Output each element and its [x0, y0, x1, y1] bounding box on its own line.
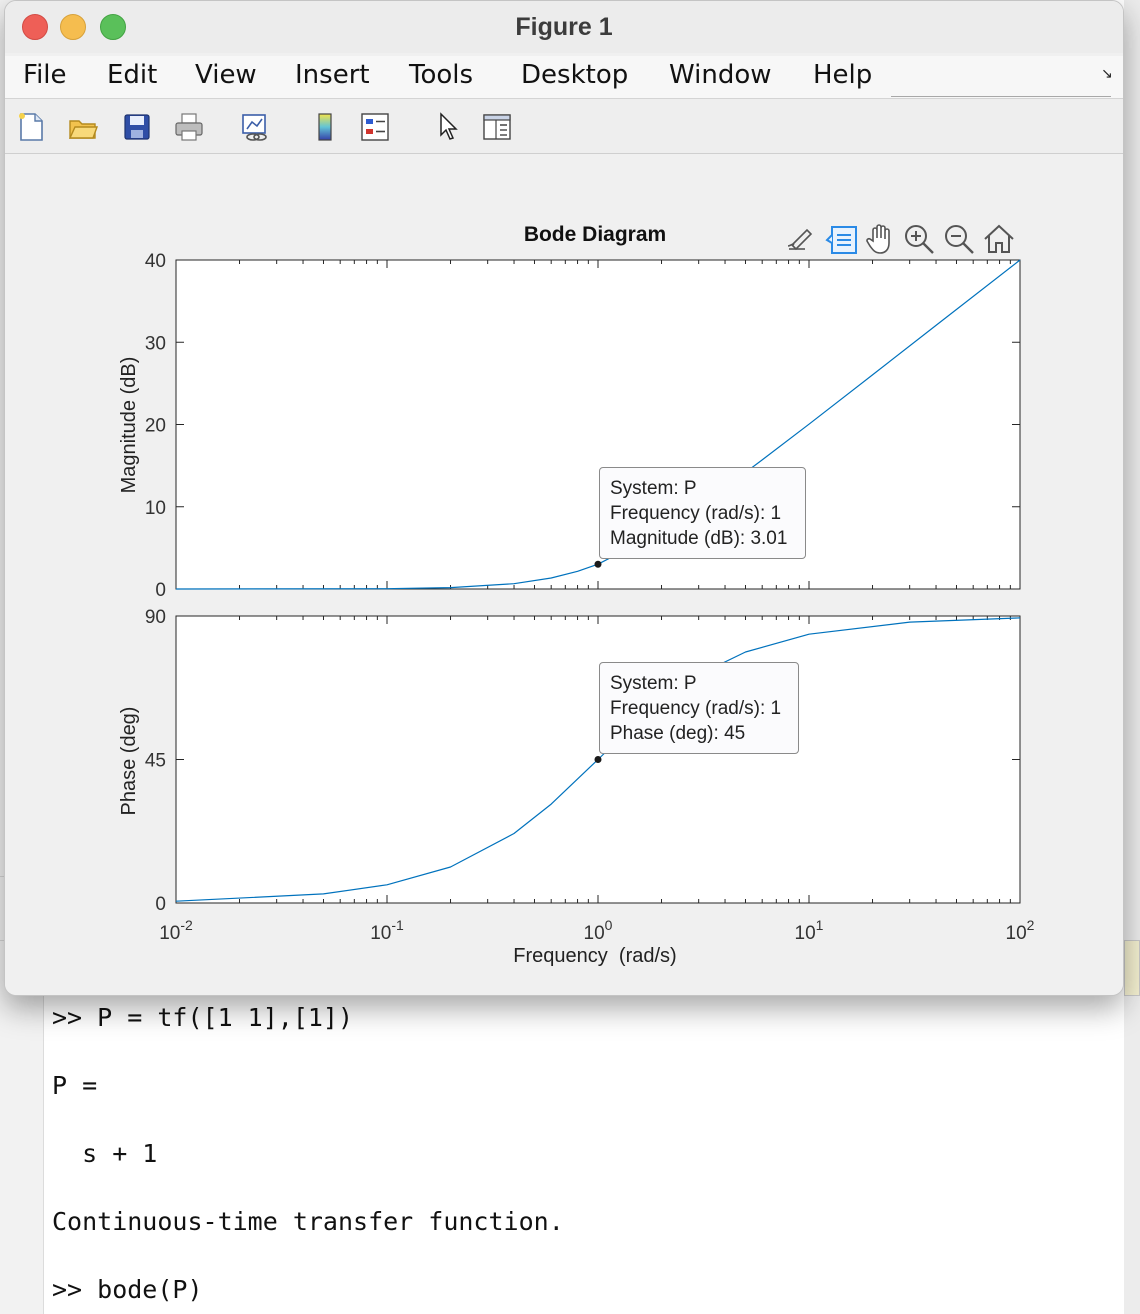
x-tick-label: 10-1 [370, 917, 404, 944]
restore-view-home-icon[interactable] [981, 221, 1017, 257]
magnitude-ylabel: Magnitude (dB) [118, 357, 140, 494]
menu-insert[interactable]: Insert [295, 60, 370, 90]
phase-datatip[interactable]: System: P Frequency (rad/s): 1 Phase (de… [599, 662, 799, 754]
brush-icon[interactable] [783, 221, 819, 257]
menu-tools[interactable]: Tools [409, 60, 473, 90]
workspace-panel-edge [1124, 0, 1140, 1314]
menu-edit[interactable]: Edit [107, 60, 157, 90]
zoom-in-icon[interactable] [901, 221, 937, 257]
y-tick-label: 40 [145, 251, 166, 272]
magnitude-datatip[interactable]: System: P Frequency (rad/s): 1 Magnitude… [599, 467, 806, 559]
bode-diagram[interactable]: 0 10 20 30 40 0 45 90 Bode Diagram Magnitude (… [5, 155, 1124, 996]
command-line: Continuous-time transfer function. [52, 1207, 564, 1236]
y-tick-label: 20 [145, 416, 166, 437]
link-plot-icon[interactable] [239, 111, 271, 143]
menu-window[interactable]: Window [669, 60, 772, 90]
menu-desktop[interactable]: Desktop [521, 60, 628, 90]
datatip-line: Frequency (rad/s): 1 [610, 698, 782, 719]
menu-help[interactable]: Help [813, 60, 872, 90]
x-tick-label: 100 [584, 917, 613, 944]
magnitude-axes[interactable]: 0 10 20 30 40 [145, 251, 1021, 601]
new-figure-icon[interactable] [15, 111, 47, 143]
datatip-marker[interactable] [594, 756, 602, 763]
zoom-out-icon[interactable] [941, 221, 977, 257]
chart-title: Bode Diagram [524, 223, 666, 246]
y-tick-label: 30 [145, 333, 166, 354]
command-line: >> P = tf([1 1],[1]) [52, 1003, 354, 1032]
menu-bar: File Edit View Insert Tools Desktop Wind… [5, 56, 1123, 98]
data-tips-icon[interactable] [825, 221, 861, 257]
x-tick-labels: 10-2 10-1 100 101 102 [159, 917, 1034, 944]
menu-view[interactable]: View [195, 60, 257, 90]
figure-window: Figure 1 File Edit View Insert Tools Des… [4, 0, 1124, 996]
window-title: Figure 1 [515, 13, 613, 41]
datatip-line: System: P [610, 478, 697, 499]
axes-toolbar [783, 219, 1023, 259]
property-inspector-icon[interactable] [481, 111, 513, 143]
phase-ylabel: Phase (deg) [118, 707, 140, 816]
x-tick-label: 10-2 [159, 917, 193, 944]
panel-marker [1124, 940, 1140, 996]
x-tick-label: 101 [795, 917, 824, 944]
edit-plot-pointer-icon[interactable] [435, 111, 467, 143]
figure-canvas[interactable]: 0 10 20 30 40 0 45 90 Bode Diagram Magnitude (… [5, 155, 1124, 996]
print-icon[interactable] [173, 111, 205, 143]
colorbar-icon[interactable] [309, 111, 341, 143]
command-line: s + 1 [52, 1139, 158, 1168]
menu-file[interactable]: File [23, 60, 67, 90]
y-tick-label: 90 [145, 607, 166, 628]
datatip-line: Magnitude (dB): 3.01 [610, 528, 788, 549]
y-tick-label: 0 [155, 894, 166, 915]
datatip-line: Phase (deg): 45 [610, 723, 746, 744]
frequency-xlabel: Frequency (rad/s) [513, 945, 676, 967]
dock-arrow-icon[interactable]: ↘ [1101, 66, 1113, 82]
open-file-icon[interactable] [67, 111, 99, 143]
datatip-line: System: P [610, 673, 697, 694]
command-line: >> bode(P) [52, 1275, 203, 1304]
title-bar[interactable]: Figure 1 [5, 1, 1123, 53]
pan-hand-icon[interactable] [863, 221, 899, 257]
save-icon[interactable] [121, 111, 153, 143]
command-line: P = [52, 1071, 98, 1100]
y-tick-label: 10 [145, 498, 166, 519]
figure-toolbar [5, 98, 1123, 154]
legend-icon[interactable] [359, 111, 391, 143]
datatip-marker[interactable] [594, 560, 602, 568]
phase-axes[interactable]: 0 45 90 [145, 607, 1021, 915]
y-tick-label: 45 [145, 751, 166, 772]
menu-divider [891, 96, 1111, 97]
plot-box [175, 259, 1021, 590]
datatip-line: Frequency (rad/s): 1 [610, 503, 782, 524]
y-tick-label: 0 [155, 580, 166, 601]
x-tick-label: 102 [1006, 917, 1035, 944]
